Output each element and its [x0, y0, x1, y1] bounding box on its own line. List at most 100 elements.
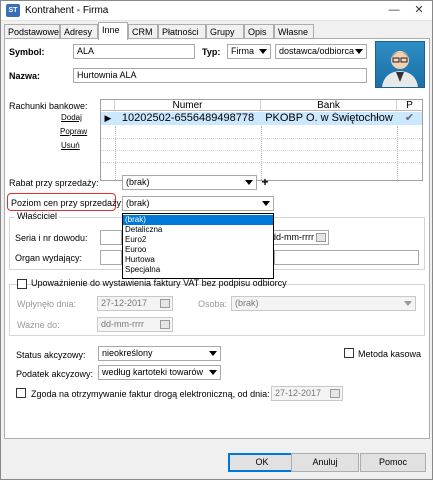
typ-select[interactable]: Firma — [227, 44, 271, 59]
status-akcyzowy-label: Status akcyzowy: — [16, 350, 86, 360]
tab-podstawowe[interactable]: Podstawowe — [4, 24, 60, 39]
status-akcyzowy-select[interactable]: nieokreślony — [98, 346, 221, 361]
wplynelo-date-input[interactable]: 27-12-2017 — [97, 296, 173, 311]
grid-line — [261, 126, 262, 180]
symbol-label: Symbol: — [9, 47, 45, 57]
typ-label: Typ: — [202, 47, 221, 57]
option-euro2[interactable]: Euro2 — [123, 235, 273, 245]
seria-input[interactable] — [100, 230, 122, 245]
row-bank: PKOBP O. w Świętochłow — [265, 112, 393, 124]
symbol-input[interactable]: ALA — [73, 44, 195, 59]
metoda-kasowa-checkbox[interactable] — [344, 348, 354, 358]
upowaznienie-label: Upoważnienie do wystawienia faktury VAT … — [31, 278, 287, 288]
bank-accounts-grid: Numer Bank P ▶ 10202502-6556489498778 PK… — [100, 99, 423, 181]
issue-date-input[interactable]: dd-mm-rrrr — [267, 230, 329, 245]
metoda-kasowa-label: Metoda kasowa — [358, 349, 422, 359]
grid-line — [397, 126, 398, 180]
app-icon: ST — [6, 4, 20, 17]
column-p[interactable]: P — [397, 100, 422, 111]
dialog-buttons: OK Anuluj Pomoc — [1, 441, 432, 479]
column-numer[interactable]: Numer — [115, 100, 261, 111]
osoba-value: (brak) — [235, 298, 259, 308]
kontrahent-kind-value: dostawca/odbiorca — [279, 46, 355, 56]
option-detaliczna[interactable]: Detaliczna — [123, 225, 273, 235]
upowaznienie-checkbox[interactable] — [17, 279, 27, 289]
help-button[interactable]: Pomoc — [360, 453, 426, 472]
chevron-down-icon — [259, 49, 267, 54]
rabat-value: (brak) — [126, 177, 150, 187]
podatek-akcyzowy-select[interactable]: według kartoteki towarów — [98, 365, 221, 380]
grid-line — [101, 162, 422, 163]
seria-label: Seria i nr dowodu: — [15, 233, 88, 243]
tab-grupy[interactable]: Grupy — [206, 24, 244, 39]
tab-opis[interactable]: Opis — [244, 24, 274, 39]
nazwa-input[interactable]: Hurtownia ALA — [73, 68, 367, 83]
add-account-link[interactable]: Dodaj — [61, 113, 82, 122]
tab-panel-inne: Symbol: ALA Typ: Firma dostawca/odbiorca… — [4, 38, 430, 439]
tab-crm[interactable]: CRM — [128, 24, 158, 39]
kontrahent-kind-select[interactable]: dostawca/odbiorca — [275, 44, 367, 59]
dialog-window: ST Kontrahent - Firma — ✕ Podstawowe Adr… — [0, 0, 433, 480]
tab-wlasne[interactable]: Własne — [274, 24, 314, 39]
poziom-cen-select[interactable]: (brak) — [122, 196, 274, 211]
option-brak[interactable]: (brak) — [123, 215, 273, 225]
wazne-date-input[interactable]: dd-mm-rrrr — [97, 317, 173, 332]
grid-line — [115, 126, 116, 180]
nazwa-label: Nazwa: — [9, 71, 41, 81]
status-akcyzowy-value: nieokreślony — [102, 348, 153, 358]
wplynelo-label: Wpłynęło dnia: — [17, 299, 77, 309]
zgoda-label: Zgoda na otrzymywanie faktur drogą elekt… — [31, 389, 270, 399]
zgoda-date-input[interactable]: 27-12-2017 — [271, 386, 343, 401]
wlasciciel-title: Właściciel — [15, 211, 60, 221]
table-row[interactable]: ▶ 10202502-6556489498778 PKOBP O. w Świę… — [101, 112, 422, 125]
ok-button[interactable]: OK — [228, 453, 296, 472]
calendar-icon[interactable] — [160, 320, 170, 329]
rabat-label: Rabat przy sprzedaży: — [9, 178, 99, 188]
cancel-button[interactable]: Anuluj — [291, 453, 359, 472]
podatek-akcyzowy-label: Podatek akcyzowy: — [16, 369, 94, 379]
grid-header-indicator — [101, 100, 115, 111]
osoba-label: Osoba: — [198, 299, 228, 309]
zgoda-date-value: 27-12-2017 — [275, 388, 322, 398]
bank-accounts-label: Rachunki bankowe: — [9, 101, 88, 111]
delete-account-link[interactable]: Usuń — [61, 141, 80, 150]
poziom-cen-value: (brak) — [126, 198, 150, 208]
close-button[interactable]: ✕ — [411, 3, 427, 18]
tab-inne[interactable]: Inne — [98, 22, 128, 40]
contractor-avatar-icon[interactable] — [375, 41, 425, 88]
poziom-cen-label: Poziom cen przy sprzedaży: — [11, 198, 124, 208]
chevron-down-icon — [245, 180, 253, 185]
option-specjalna[interactable]: Specjalna — [123, 265, 273, 275]
add-rabat-icon[interactable]: + — [260, 176, 270, 188]
row-numer: 10202502-6556489498778 — [121, 112, 255, 124]
chevron-down-icon — [355, 49, 363, 54]
tab-adresy[interactable]: Adresy — [60, 24, 98, 39]
organ-input-tail[interactable] — [274, 250, 419, 265]
row-pointer-icon: ▶ — [104, 113, 112, 123]
option-hurtowa[interactable]: Hurtowa — [123, 255, 273, 265]
organ-input[interactable] — [100, 250, 122, 265]
grid-line — [101, 138, 422, 139]
calendar-icon[interactable] — [316, 233, 326, 242]
zgoda-checkbox[interactable] — [16, 388, 26, 398]
typ-value: Firma — [231, 46, 254, 56]
chevron-down-icon — [404, 301, 412, 306]
rabat-select[interactable]: (brak) — [122, 175, 257, 190]
wplynelo-date-value: 27-12-2017 — [101, 298, 148, 308]
tab-platnosci[interactable]: Płatności — [158, 24, 206, 39]
edit-account-link[interactable]: Popraw — [60, 127, 87, 136]
grid-header: Numer Bank P — [101, 100, 422, 111]
column-bank[interactable]: Bank — [261, 100, 397, 111]
option-euroo[interactable]: Euroo — [123, 245, 273, 255]
chevron-down-icon — [209, 351, 217, 356]
poziom-cen-dropdown-list: (brak) Detaliczna Euro2 Euroo Hurtowa Sp… — [122, 213, 274, 279]
minimize-button[interactable]: — — [386, 3, 402, 18]
issue-date-value: dd-mm-rrrr — [271, 232, 314, 242]
grid-line — [101, 150, 422, 151]
podatek-akcyzowy-value: według kartoteki towarów — [102, 367, 204, 377]
calendar-icon[interactable] — [160, 299, 170, 308]
checkmark-icon: ✔ — [404, 112, 415, 124]
window-title: Kontrahent - Firma — [25, 5, 109, 16]
calendar-icon[interactable] — [330, 389, 340, 398]
osoba-select[interactable]: (brak) — [231, 296, 416, 311]
